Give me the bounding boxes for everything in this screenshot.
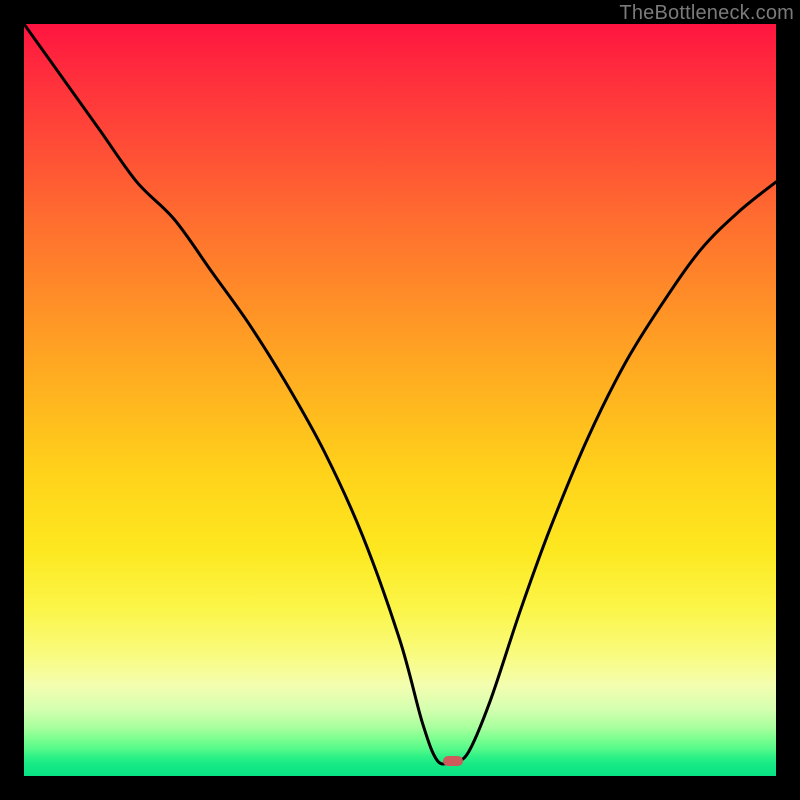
- plot-area: [24, 24, 776, 776]
- bottleneck-curve: [24, 24, 776, 776]
- watermark-text: TheBottleneck.com: [619, 2, 794, 25]
- curve-path: [24, 24, 776, 764]
- optimum-marker: [443, 756, 463, 766]
- chart-frame: TheBottleneck.com: [0, 0, 800, 800]
